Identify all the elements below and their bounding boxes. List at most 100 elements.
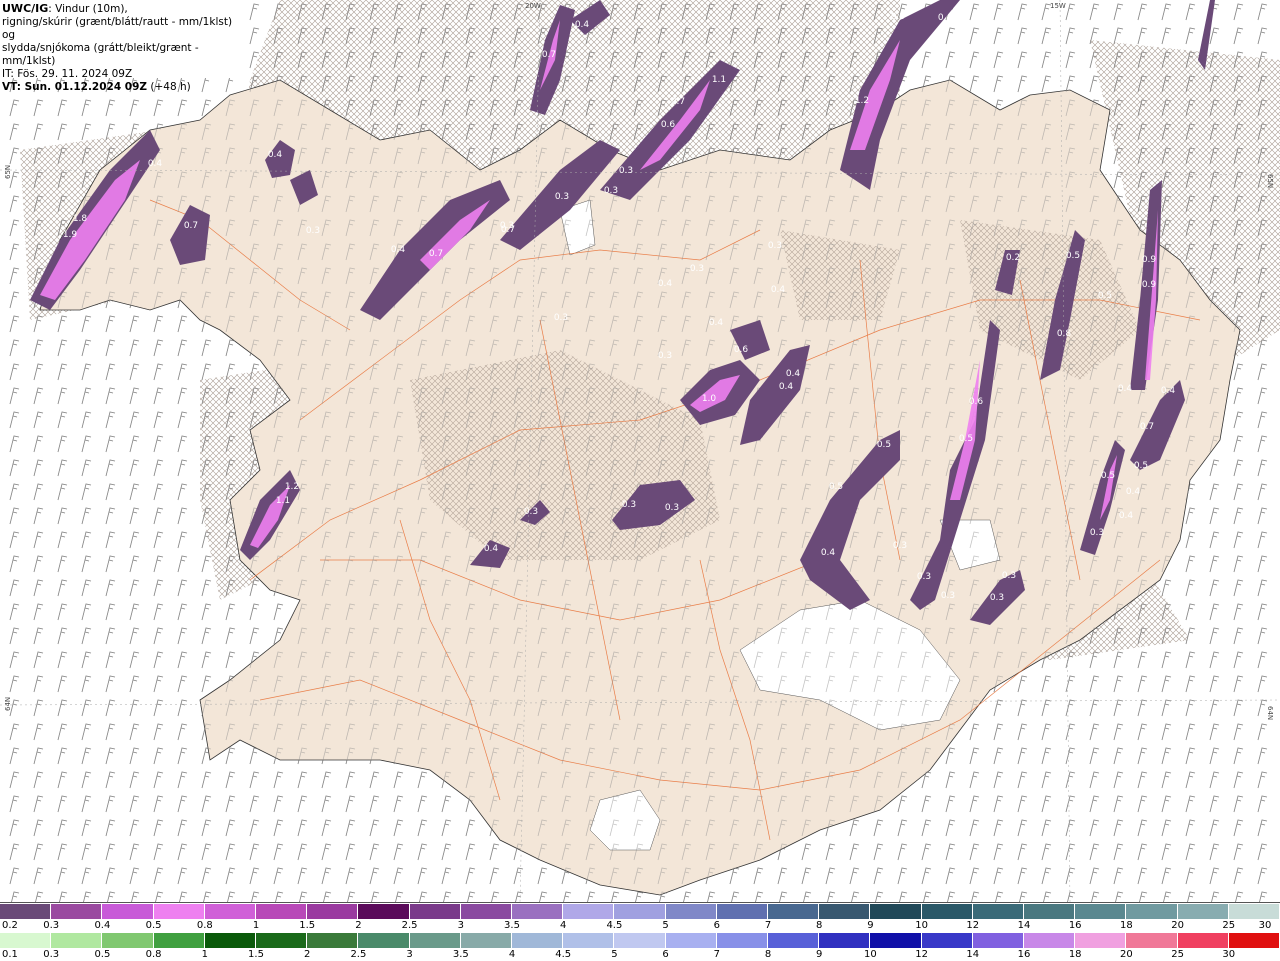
snow-scale-label: 3.5 xyxy=(504,920,520,931)
snow-scale-label: 4.5 xyxy=(606,920,623,931)
precip-value-label: 0.9 xyxy=(1142,280,1157,290)
rain-swatch xyxy=(1126,933,1178,948)
precip-value-label: 0.4 xyxy=(779,382,794,392)
precip-value-label: 0.7 xyxy=(542,50,556,60)
snow-scale-label: 2.5 xyxy=(401,920,418,931)
snow-swatch xyxy=(665,904,717,919)
rain-scale-labels: 0.1 0.3 0.5 0.8 1 1.5 2 2.5 3 3.5 4 4.5 5 6 7 8 9 10 12 14 1… xyxy=(0,949,1280,961)
rain-scale-label: 7 xyxy=(713,949,720,960)
precip-value-label: 0.5 xyxy=(1066,251,1080,261)
snow-scale-label: 3 xyxy=(457,920,464,931)
rain-swatch xyxy=(716,933,768,948)
rain-swatch xyxy=(512,933,564,948)
precip-value-label: 0.3 xyxy=(990,593,1004,603)
precip-value-label: 0.3 xyxy=(554,313,568,323)
snow-scale-label: 20 xyxy=(1171,920,1184,931)
precip-value-label: 0.3 xyxy=(917,572,931,582)
rain-swatch xyxy=(563,933,615,948)
rain-scale-label: 4 xyxy=(508,949,516,960)
rain-scale-label: 8 xyxy=(764,949,772,960)
map-canvas: 20W 15W 65N 64N 65N 64N 0.4 0.7 0.5 1.2 0.4 1… xyxy=(0,0,1280,902)
precip-value-label: 0.7 xyxy=(671,97,685,107)
rain-scale-label: 12 xyxy=(915,949,928,960)
snow-swatch xyxy=(256,904,308,919)
rain-scale-label: 6 xyxy=(662,949,669,960)
snow-swatch xyxy=(819,904,871,919)
precip-value-label: 0.3 xyxy=(768,241,782,251)
precip-value-label: 0.7 xyxy=(429,249,443,259)
grid-label-65n-right: 65N xyxy=(1266,174,1274,188)
rain-swatch xyxy=(256,933,308,948)
snow-scale-label: 4 xyxy=(560,920,567,931)
snow-swatch xyxy=(153,904,205,919)
precip-value-label: 0.5 xyxy=(891,12,905,22)
snow-color-scale xyxy=(0,904,1280,919)
snow-scale-label: 1.5 xyxy=(299,920,316,931)
precip-value-label: 0.3 xyxy=(1090,528,1104,538)
rain-scale-label: 20 xyxy=(1120,949,1133,960)
precip-value-label: 1.0 xyxy=(702,394,717,404)
rain-scale-label: 16 xyxy=(1017,949,1031,960)
precip-value-label: 0.3 xyxy=(1002,571,1016,581)
precip-value-label: 1.8 xyxy=(73,214,88,224)
rain-swatch xyxy=(819,933,871,948)
snow-swatch xyxy=(204,904,256,919)
color-legend: 0.2 0.3 0.4 0.5 0.8 1 1.5 2 2.5 3 3.5 4 4.5 5 6 7 8 9 10 12… xyxy=(0,902,1280,961)
snow-scale-labels: 0.2 0.3 0.4 0.5 0.8 1 1.5 2 2.5 3 3.5 4 4.5 5 6 7 8 9 10 12… xyxy=(0,920,1280,932)
description-line3: slydda/snjókoma (grátt/bleikt/grænt - mm… xyxy=(2,42,199,67)
rain-swatch xyxy=(768,933,820,948)
rain-scale-label: 30 xyxy=(1222,949,1236,960)
precip-value-label: 0.7 xyxy=(1140,422,1154,432)
precip-value-label: 0.7 xyxy=(501,225,515,235)
precip-value-label: 0.6 xyxy=(969,397,984,407)
precip-value-label: 0.3 xyxy=(524,507,538,517)
rain-swatch xyxy=(0,933,52,948)
rain-scale-label: 5 xyxy=(611,949,618,960)
grid-label-65n-left: 65N xyxy=(4,165,12,179)
rain-scale-label: 18 xyxy=(1068,949,1082,960)
rain-scale-label: 1.5 xyxy=(248,949,264,960)
precip-value-label: 0.4 xyxy=(821,548,836,558)
rain-scale-label: 0.8 xyxy=(145,949,162,960)
rain-swatch xyxy=(1228,933,1280,948)
snow-swatch xyxy=(307,904,359,919)
snow-scale-label: 9 xyxy=(867,920,874,931)
snow-swatch xyxy=(1228,904,1280,919)
initial-time: IT: Fös. 29. 11. 2024 09Z xyxy=(2,68,133,80)
snow-swatch xyxy=(1126,904,1178,919)
precip-value-label: 0.4 xyxy=(1118,384,1133,394)
precip-value-label: 0.4 xyxy=(658,279,673,289)
precip-value-label: 1.1 xyxy=(276,496,290,506)
precip-value-label: 0.4 xyxy=(268,150,283,160)
precip-value-label: 0.2 xyxy=(1006,253,1020,263)
rain-swatch xyxy=(972,933,1024,948)
snow-swatch xyxy=(921,904,973,919)
snow-swatch xyxy=(512,904,564,919)
rain-scale-label: 2.5 xyxy=(350,949,367,960)
snow-scale-label: 0.3 xyxy=(43,920,60,931)
rain-swatch xyxy=(665,933,717,948)
precip-value-label: 0.5 xyxy=(1101,471,1115,481)
snow-scale-label: 30 xyxy=(1258,920,1272,931)
rain-swatch xyxy=(358,933,410,948)
snow-swatch xyxy=(102,904,154,919)
rain-color-scale xyxy=(0,933,1280,948)
precip-value-label: 0.4 xyxy=(575,20,590,30)
snow-scale-label: 12 xyxy=(966,920,980,931)
snow-scale-label: 7 xyxy=(764,920,772,931)
snow-swatch xyxy=(870,904,922,919)
precip-value-label: 0.4 xyxy=(938,13,953,23)
snow-scale-label: 18 xyxy=(1120,920,1133,931)
rain-swatch xyxy=(1177,933,1229,948)
precip-value-label: 0.3 xyxy=(665,503,679,513)
precip-value-label: 0.5 xyxy=(959,434,973,444)
snow-swatch xyxy=(716,904,768,919)
weather-map[interactable]: 20W 15W 65N 64N 65N 64N 0.4 0.7 0.5 1.2 0.4 1… xyxy=(0,0,1280,902)
snow-swatch xyxy=(1075,904,1127,919)
description-line2: rigning/skúrir (grænt/blátt/rautt - mm/1… xyxy=(2,16,233,41)
rain-swatch xyxy=(1024,933,1076,948)
precip-value-label: 0.8 xyxy=(1057,329,1072,339)
snow-swatch xyxy=(768,904,820,919)
precip-value-label: 1.2 xyxy=(285,482,299,492)
snow-swatch xyxy=(358,904,410,919)
